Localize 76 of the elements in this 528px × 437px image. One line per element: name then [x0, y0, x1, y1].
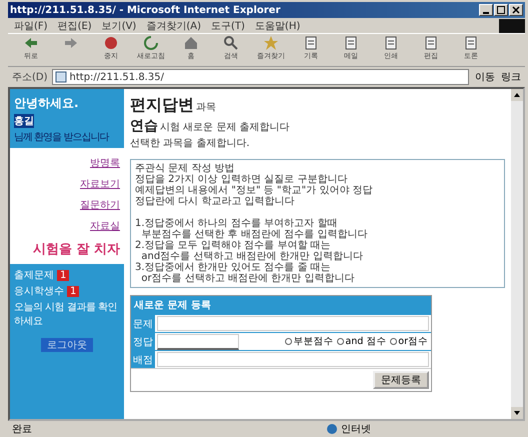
sidebar-link[interactable]: 자료보기	[80, 177, 120, 191]
help-line: 2.정답을 모두 입력해야 점수를 부여할 때는	[135, 240, 332, 251]
help-line: 부분점수를 선택한 후 배점란에 점수를 입력합니다	[140, 229, 368, 240]
menu-item[interactable]: 파일(F)	[14, 18, 48, 32]
document-icon	[303, 35, 319, 51]
menu-item[interactable]: 즐겨찾기(A)	[146, 18, 201, 32]
house-icon	[183, 35, 199, 51]
sidebar-link[interactable]: 질문하기	[80, 198, 120, 212]
form-header: 새로운 문제 등록	[131, 296, 431, 314]
page-icon	[54, 71, 67, 83]
maximize-icon	[497, 6, 505, 14]
address-label: 주소(D)	[12, 71, 48, 84]
menu-item[interactable]: 보기(V)	[102, 18, 136, 32]
document-icon	[463, 35, 479, 51]
stat-label: 응시학생수	[14, 285, 64, 298]
menu-item[interactable]: 편집(E)	[58, 18, 92, 32]
scroll-down-icon[interactable]	[511, 407, 523, 419]
left-arrow-icon	[23, 35, 39, 51]
help-line: or점수를 선택하고 배점란에 한개만 입력합니다	[140, 273, 356, 284]
close-icon	[512, 6, 520, 14]
mode-title: 연습	[130, 117, 158, 135]
stat-label: 출제문제	[14, 269, 54, 282]
description-text: 선택한 과목을 출제합니다.	[130, 137, 251, 150]
count-badge: 1	[57, 270, 70, 280]
scroll-up-icon[interactable]	[511, 89, 523, 101]
field-label: 배점	[131, 351, 155, 368]
score-field[interactable]	[157, 352, 429, 367]
document-icon	[383, 35, 399, 51]
help-line: 예제답변의 내용에서 "정보" 등 "학교"가 있어야 정답	[135, 185, 374, 196]
score-option[interactable]: and 점수	[337, 335, 386, 348]
help-line: 3.정답중에서 한개만 있어도 점수를 줄 때는	[135, 262, 332, 273]
document-icon	[423, 35, 439, 51]
sidebar-link[interactable]: 자료실	[90, 219, 120, 233]
go-button[interactable]: 이동	[473, 70, 497, 84]
welcome-text: 님께 환영을 받으십니다	[14, 131, 108, 144]
help-line: 주관식 문제 작성 방법	[135, 163, 236, 174]
status-text: 완료	[12, 423, 32, 436]
security-zone: 인터넷	[326, 422, 371, 436]
help-line: 정답란에 다시 학교라고 입력합니다	[135, 196, 296, 207]
right-arrow-icon	[63, 35, 79, 51]
user-name: 홍길	[14, 114, 34, 128]
stop-icon	[103, 35, 119, 51]
course-title: 편지답변	[130, 95, 194, 116]
course-suffix: 과목	[196, 101, 216, 114]
sidebar-link[interactable]: 방명록	[90, 156, 120, 170]
question-field[interactable]	[157, 316, 429, 331]
close-button[interactable]	[509, 4, 523, 16]
minimize-button[interactable]	[479, 4, 493, 16]
count-badge: 1	[67, 286, 80, 296]
greeting-text: 안녕하세요.	[14, 95, 80, 112]
note-text: 오늘의 시험 결과를 확인 하세요	[14, 301, 118, 328]
slogan-text: 시험을 잘 치자	[32, 241, 120, 258]
logout-button[interactable]: 로그아웃	[41, 338, 93, 352]
address-field[interactable]: http://211.51.8.35/	[52, 69, 469, 85]
document-icon	[343, 35, 359, 51]
star-icon	[263, 35, 279, 51]
browser-logo	[499, 18, 525, 32]
field-label: 정답	[131, 333, 155, 350]
menu-item[interactable]: 도구(T)	[211, 18, 245, 32]
menu-item[interactable]: 도움말(H)	[254, 18, 300, 32]
refresh-icon	[143, 35, 159, 51]
links-label[interactable]: 링크	[501, 70, 521, 84]
scrollbar[interactable]	[511, 89, 523, 419]
field-label: 문제	[131, 315, 155, 332]
submit-button[interactable]: 문제등록	[373, 371, 429, 389]
help-line: and점수를 선택하고 배점란에 한개만 입력합니다	[140, 251, 364, 262]
answer-field[interactable]	[157, 334, 239, 350]
score-option[interactable]: 부분점수	[285, 335, 334, 348]
maximize-button[interactable]	[494, 4, 508, 16]
search-icon	[223, 35, 239, 51]
mode-description: 시험 새로운 문제 출제합니다	[160, 121, 290, 134]
help-line: 1.정답중에서 하나의 점수를 부여하고자 할때	[135, 218, 338, 229]
score-option[interactable]: or점수	[390, 335, 428, 348]
globe-icon	[326, 423, 338, 435]
window-title: http://211.51.8.35/ - Microsoft Internet Explorer	[10, 4, 280, 16]
help-line: 정답을 2가지 이상 입력하면 실질로 구분합니다	[135, 174, 348, 185]
